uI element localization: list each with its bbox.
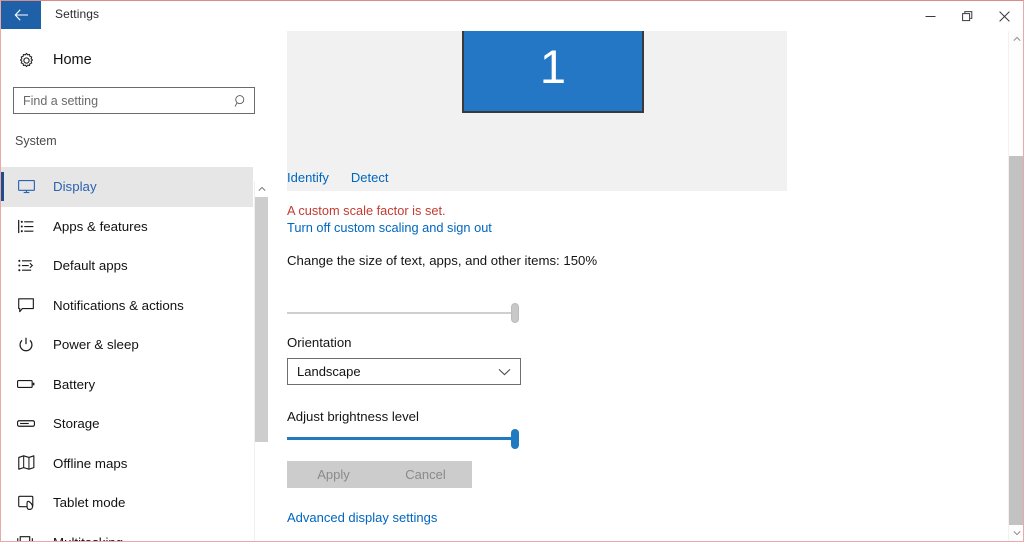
map-icon <box>15 453 37 473</box>
identify-link[interactable]: Identify <box>287 170 329 185</box>
sidebar-item-label: Notifications & actions <box>53 297 184 313</box>
multitask-icon <box>15 532 37 541</box>
orientation-dropdown[interactable]: Landscape <box>287 358 521 385</box>
sidebar-item-label: Battery <box>53 376 96 392</box>
display-settings-panel: 1 Identify Detect A custom scale factor … <box>269 31 1009 541</box>
list-arrow-icon <box>15 256 37 276</box>
brightness-slider[interactable] <box>287 429 519 449</box>
chevron-up-icon[interactable] <box>255 181 268 196</box>
sidebar-scrollbar[interactable] <box>254 181 268 541</box>
page-scrollbar[interactable] <box>1008 31 1023 541</box>
chevron-down-icon <box>498 368 511 376</box>
settings-window: Settings Home Find a setting System Disp… <box>0 0 1024 542</box>
search-box[interactable] <box>13 87 255 114</box>
orientation-label: Orientation <box>287 335 352 350</box>
power-icon <box>15 335 37 355</box>
sidebar-item-default-apps[interactable]: Default apps <box>1 246 253 286</box>
apply-button[interactable]: Apply <box>287 461 380 488</box>
orientation-selected-value: Landscape <box>297 364 361 379</box>
sidebar-item-label: Multitasking <box>53 535 123 541</box>
scale-slider[interactable] <box>287 303 519 323</box>
list-icon <box>15 216 37 236</box>
identify-detect-row: Identify Detect <box>287 170 389 185</box>
advanced-display-settings-link[interactable]: Advanced display settings <box>287 510 437 525</box>
sidebar-item-home[interactable]: Home <box>1 41 269 79</box>
title-bar: Settings <box>1 1 1023 31</box>
monitor-preview-area: 1 <box>287 31 787 191</box>
search-input[interactable] <box>23 93 234 108</box>
sidebar-item-label: Storage <box>53 416 100 432</box>
sidebar-item-storage[interactable]: Storage <box>1 404 253 444</box>
back-button[interactable] <box>1 1 41 29</box>
detect-link[interactable]: Detect <box>351 170 389 185</box>
monitor-number-label: 1 <box>539 39 567 93</box>
sidebar-item-multitasking[interactable]: Multitasking <box>1 523 253 541</box>
sidebar-item-label: Power & sleep <box>53 337 139 353</box>
gear-icon <box>15 52 37 69</box>
turn-off-custom-scaling-link[interactable]: Turn off custom scaling and sign out <box>287 220 492 235</box>
sidebar-item-label: Display <box>53 179 97 195</box>
sidebar-item-label: Tablet mode <box>53 495 126 511</box>
close-button[interactable] <box>986 1 1023 31</box>
sidebar-item-power-sleep[interactable]: Power & sleep <box>1 325 253 365</box>
window-controls <box>912 1 1023 31</box>
sidebar-item-label: Offline maps <box>53 455 128 471</box>
sidebar-item-tablet-mode[interactable]: Tablet mode <box>1 483 253 523</box>
sidebar-item-battery[interactable]: Battery <box>1 365 253 405</box>
custom-scale-warning: A custom scale factor is set. <box>287 203 446 218</box>
sidebar-section-label: System <box>15 134 57 148</box>
brightness-label: Adjust brightness level <box>287 409 419 424</box>
monitor-icon <box>15 177 37 197</box>
window-title: Settings <box>55 7 100 21</box>
maximize-restore-button[interactable] <box>949 1 986 31</box>
monitor-tile-1[interactable]: 1 <box>462 31 644 113</box>
storage-icon <box>15 414 37 434</box>
speech-bubble-icon <box>15 295 37 315</box>
sidebar-item-display[interactable]: Display <box>1 167 253 207</box>
sidebar-scrollbar-thumb[interactable] <box>255 197 268 442</box>
tablet-icon <box>15 493 37 513</box>
chevron-up-icon[interactable] <box>1009 31 1023 47</box>
sidebar-item-label: Default apps <box>53 258 128 274</box>
sidebar-nav-list: Display Apps & features Default apps Not… <box>1 167 253 541</box>
sidebar: Home System Displ <box>1 31 269 541</box>
sidebar-item-label: Apps & features <box>53 218 148 234</box>
sidebar-home-label: Home <box>53 52 92 68</box>
minimize-button[interactable] <box>912 1 949 31</box>
sidebar-item-apps-features[interactable]: Apps & features <box>1 207 253 247</box>
brightness-slider-track <box>287 437 519 440</box>
chevron-down-icon[interactable] <box>1009 525 1023 541</box>
page-scrollbar-thumb[interactable] <box>1009 156 1023 525</box>
brightness-slider-thumb[interactable] <box>511 429 519 449</box>
battery-icon <box>15 374 37 394</box>
search-icon <box>234 94 248 108</box>
sidebar-item-offline-maps[interactable]: Offline maps <box>1 444 253 484</box>
cancel-button[interactable]: Cancel <box>379 461 472 488</box>
scale-label: Change the size of text, apps, and other… <box>287 253 598 268</box>
sidebar-item-notifications-actions[interactable]: Notifications & actions <box>1 286 253 326</box>
scale-slider-thumb[interactable] <box>511 303 519 323</box>
scale-slider-track <box>287 312 519 314</box>
